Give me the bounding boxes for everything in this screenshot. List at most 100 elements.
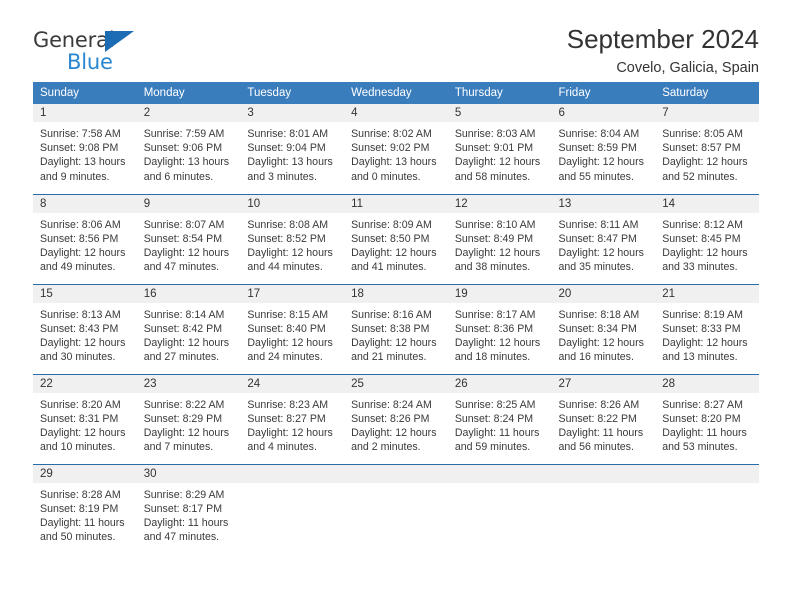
sunset-text: Sunset: 8:56 PM bbox=[40, 232, 119, 245]
day-details: Sunrise: 8:14 AM Sunset: 8:42 PM Daylight:… bbox=[137, 303, 241, 365]
calendar-page: General Blue September 2024 Covelo, Gali… bbox=[0, 0, 792, 612]
weekday-header-sunday: Sunday bbox=[33, 82, 137, 104]
sunset-text: Sunset: 8:27 PM bbox=[247, 412, 326, 425]
calendar-day-cell[interactable]: 22 Sunrise: 8:20 AM Sunset: 8:31 PM Dayligh… bbox=[33, 373, 137, 464]
calendar-day-cell[interactable]: 8 Sunrise: 8:06 AM Sunset: 8:56 PM Daylight… bbox=[33, 193, 137, 284]
sunrise-text: Sunrise: 7:58 AM bbox=[40, 128, 121, 140]
generalblue-logo[interactable]: General Blue bbox=[33, 26, 153, 73]
calendar-day-cell[interactable]: 19 Sunrise: 8:17 AM Sunset: 8:36 PM Dayligh… bbox=[447, 283, 552, 374]
calendar-day-cell[interactable]: 24 Sunrise: 8:23 AM Sunset: 8:27 PM Dayligh… bbox=[240, 373, 345, 464]
calendar-day-cell[interactable]: 9 Sunrise: 8:07 AM Sunset: 8:54 PM Daylight… bbox=[136, 193, 241, 284]
sunset-text: Sunset: 8:54 PM bbox=[143, 232, 223, 245]
daylight-text: Daylight: 12 hours and 7 minutes. bbox=[143, 426, 230, 454]
calendar-day-cell[interactable]: 4 Sunrise: 8:02 AM Sunset: 9:02 PM Daylight… bbox=[344, 104, 448, 194]
day-number: 28 bbox=[655, 374, 759, 393]
calendar-day-cell[interactable]: 28 Sunrise: 8:27 AM Sunset: 8:20 PM Dayligh… bbox=[655, 373, 759, 464]
day-number bbox=[655, 464, 759, 483]
calendar-day-cell[interactable]: 15 Sunrise: 8:13 AM Sunset: 8:43 PM Dayligh… bbox=[33, 283, 137, 374]
calendar-day-cell[interactable]: 29 Sunrise: 8:28 AM Sunset: 8:19 PM Dayligh… bbox=[33, 463, 137, 554]
daylight-text: Daylight: 12 hours and 47 minutes. bbox=[143, 246, 230, 274]
day-details: Sunrise: 8:11 AM Sunset: 8:47 PM Daylight:… bbox=[552, 213, 656, 275]
calendar-day-cell[interactable]: 14 Sunrise: 8:12 AM Sunset: 8:45 PM Dayligh… bbox=[655, 193, 759, 284]
sunrise-text: Sunrise: 8:12 AM bbox=[662, 218, 743, 231]
calendar-day-cell[interactable]: 18 Sunrise: 8:16 AM Sunset: 8:38 PM Dayligh… bbox=[344, 283, 448, 374]
daylight-text: Daylight: 12 hours and 4 minutes. bbox=[247, 426, 333, 454]
day-number: 7 bbox=[655, 104, 759, 122]
day-number: 8 bbox=[33, 194, 137, 213]
day-number: 19 bbox=[447, 284, 552, 303]
calendar-day-cell[interactable]: 12 Sunrise: 8:10 AM Sunset: 8:49 PM Dayligh… bbox=[447, 193, 552, 284]
calendar-day-cell[interactable]: 1 Sunrise: 7:58 AM Sunset: 9:08 PM Daylight… bbox=[33, 104, 137, 194]
daylight-text: Daylight: 12 hours and 49 minutes. bbox=[40, 246, 126, 274]
day-details: Sunrise: 8:28 AM Sunset: 8:19 PM Daylight:… bbox=[33, 483, 137, 545]
daylight-text: Daylight: 12 hours and 27 minutes. bbox=[143, 336, 230, 364]
day-details: Sunrise: 8:09 AM Sunset: 8:50 PM Daylight:… bbox=[344, 213, 448, 275]
day-number: 1 bbox=[33, 104, 137, 122]
sunset-text: Sunset: 8:26 PM bbox=[351, 412, 430, 425]
day-number: 29 bbox=[33, 464, 137, 483]
calendar-day-cell[interactable]: 3 Sunrise: 8:01 AM Sunset: 9:04 PM Daylight… bbox=[240, 104, 345, 194]
daylight-text: Daylight: 12 hours and 33 minutes. bbox=[662, 246, 748, 274]
day-details: Sunrise: 8:04 AM Sunset: 8:59 PM Daylight:… bbox=[552, 122, 656, 184]
daylight-text: Daylight: 11 hours and 47 minutes. bbox=[143, 516, 229, 544]
day-details: Sunrise: 8:16 AM Sunset: 8:38 PM Daylight:… bbox=[344, 303, 448, 365]
daylight-text: Daylight: 12 hours and 21 minutes. bbox=[351, 336, 437, 364]
daylight-text: Daylight: 11 hours and 53 minutes. bbox=[662, 426, 747, 454]
daylight-text: Daylight: 11 hours and 59 minutes. bbox=[454, 426, 540, 454]
daylight-text: Daylight: 12 hours and 13 minutes. bbox=[662, 336, 748, 364]
page-title: September 2024 bbox=[566, 24, 759, 54]
calendar-day-cell[interactable]: 10 Sunrise: 8:08 AM Sunset: 8:52 PM Dayligh… bbox=[240, 193, 345, 284]
day-number: 14 bbox=[655, 194, 759, 213]
title-block: September 2024 Covelo, Galicia, Spain bbox=[566, 24, 759, 76]
sunrise-text: Sunrise: 8:19 AM bbox=[662, 308, 743, 321]
daylight-text: Daylight: 13 hours and 6 minutes. bbox=[143, 156, 230, 183]
sunrise-text: Sunrise: 8:27 AM bbox=[662, 398, 743, 411]
sunrise-text: Sunrise: 8:18 AM bbox=[558, 308, 640, 321]
day-details: Sunrise: 8:02 AM Sunset: 9:02 PM Daylight:… bbox=[344, 122, 448, 184]
sunrise-text: Sunrise: 8:25 AM bbox=[454, 398, 536, 411]
sunrise-text: Sunrise: 8:09 AM bbox=[351, 218, 432, 231]
calendar-day-cell[interactable]: 20 Sunrise: 8:18 AM Sunset: 8:34 PM Dayligh… bbox=[551, 283, 656, 374]
sunset-text: Sunset: 8:45 PM bbox=[662, 232, 741, 245]
calendar-day-cell[interactable]: 5 Sunrise: 8:03 AM Sunset: 9:01 PM Daylight… bbox=[447, 104, 552, 194]
calendar-day-cell[interactable]: 6 Sunrise: 8:04 AM Sunset: 8:59 PM Daylight… bbox=[551, 104, 656, 194]
sunrise-text: Sunrise: 8:04 AM bbox=[558, 128, 640, 140]
day-details: Sunrise: 8:03 AM Sunset: 9:01 PM Daylight:… bbox=[448, 122, 552, 184]
day-number: 27 bbox=[551, 374, 656, 393]
sunset-text: Sunset: 8:17 PM bbox=[143, 502, 223, 515]
calendar-day-cell[interactable]: 17 Sunrise: 8:15 AM Sunset: 8:40 PM Dayligh… bbox=[240, 283, 345, 374]
daylight-text: Daylight: 12 hours and 18 minutes. bbox=[454, 336, 541, 364]
calendar-day-cell[interactable]: 16 Sunrise: 8:14 AM Sunset: 8:42 PM Dayligh… bbox=[136, 283, 241, 374]
sunrise-text: Sunrise: 8:11 AM bbox=[558, 218, 639, 231]
sunrise-text: Sunrise: 8:24 AM bbox=[351, 398, 432, 411]
day-details: Sunrise: 8:18 AM Sunset: 8:34 PM Daylight:… bbox=[552, 303, 656, 365]
calendar-day-cell[interactable]: 7 Sunrise: 8:05 AM Sunset: 8:57 PM Daylight… bbox=[655, 104, 759, 194]
weekday-header-monday: Monday bbox=[136, 82, 241, 104]
calendar-day-cell[interactable]: 25 Sunrise: 8:24 AM Sunset: 8:26 PM Dayligh… bbox=[344, 373, 448, 464]
calendar-day-cell[interactable]: 21 Sunrise: 8:19 AM Sunset: 8:33 PM Dayligh… bbox=[655, 283, 759, 374]
calendar-day-cell[interactable]: 2 Sunrise: 7:59 AM Sunset: 9:06 PM Daylight… bbox=[136, 104, 241, 194]
day-number: 24 bbox=[240, 374, 345, 393]
sunrise-text: Sunrise: 8:06 AM bbox=[40, 218, 121, 231]
calendar-day-cell[interactable]: 27 Sunrise: 8:26 AM Sunset: 8:22 PM Dayligh… bbox=[551, 373, 656, 464]
sunset-text: Sunset: 8:59 PM bbox=[558, 142, 637, 155]
sunrise-text: Sunrise: 8:08 AM bbox=[247, 218, 329, 231]
calendar-day-cell[interactable]: 23 Sunrise: 8:22 AM Sunset: 8:29 PM Dayligh… bbox=[136, 373, 241, 464]
daylight-text: Daylight: 12 hours and 58 minutes. bbox=[454, 156, 541, 183]
calendar-day-cell[interactable]: 11 Sunrise: 8:09 AM Sunset: 8:50 PM Dayligh… bbox=[344, 193, 448, 284]
day-number: 9 bbox=[136, 194, 241, 213]
sunrise-text: Sunrise: 8:17 AM bbox=[454, 308, 536, 321]
sunset-text: Sunset: 8:33 PM bbox=[662, 322, 741, 335]
day-number: 5 bbox=[447, 104, 552, 122]
sunset-text: Sunset: 8:47 PM bbox=[558, 232, 637, 245]
day-details: Sunrise: 8:01 AM Sunset: 9:04 PM Daylight:… bbox=[240, 122, 344, 184]
calendar-day-cell[interactable]: 13 Sunrise: 8:11 AM Sunset: 8:47 PM Dayligh… bbox=[551, 193, 656, 284]
sunrise-text: Sunrise: 8:16 AM bbox=[351, 308, 432, 321]
calendar-day-cell[interactable]: 26 Sunrise: 8:25 AM Sunset: 8:24 PM Dayligh… bbox=[447, 373, 552, 464]
day-details: Sunrise: 8:29 AM Sunset: 8:17 PM Daylight:… bbox=[137, 483, 241, 545]
sunrise-text: Sunrise: 8:07 AM bbox=[143, 218, 225, 231]
daylight-text: Daylight: 11 hours and 56 minutes. bbox=[558, 426, 644, 454]
calendar-day-cell[interactable]: 30 Sunrise: 8:29 AM Sunset: 8:17 PM Dayligh… bbox=[136, 463, 241, 554]
day-number bbox=[344, 464, 448, 483]
logo-text-general: General bbox=[33, 28, 115, 52]
